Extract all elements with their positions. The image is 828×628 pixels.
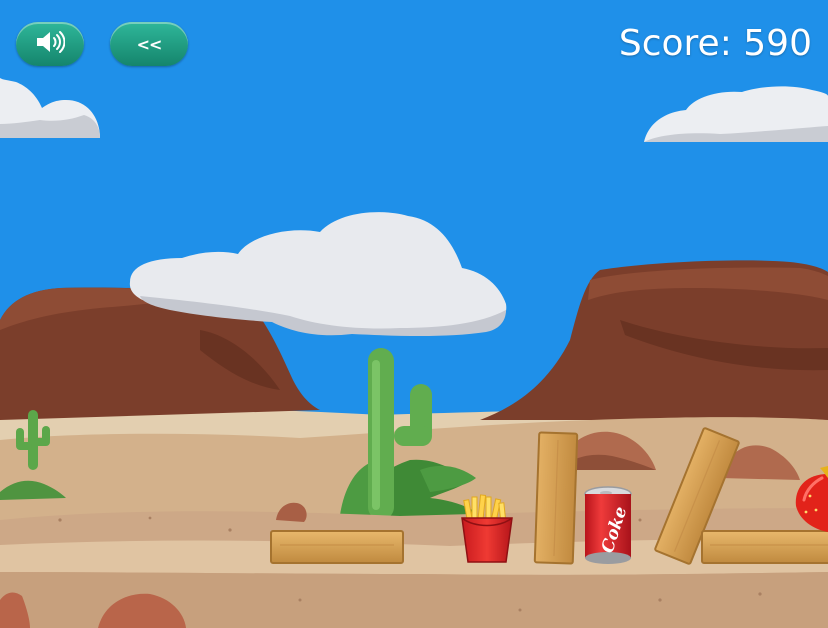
back-button[interactable]: << <box>110 22 188 66</box>
wooden-plank-horizontal-left <box>270 530 404 564</box>
score-display: Score: 590 <box>618 23 812 64</box>
wooden-plank-horizontal-right <box>701 530 828 564</box>
double-chevron-left-icon: << <box>136 34 163 54</box>
fries-item[interactable] <box>461 494 513 563</box>
sound-toggle-button[interactable] <box>16 22 84 66</box>
game-scene: Coke <box>0 0 828 628</box>
wooden-plank-vertical <box>533 431 579 565</box>
game-stage: Coke << Score: 590 <box>0 0 828 628</box>
soda-can[interactable]: Coke <box>584 486 632 564</box>
speaker-icon <box>35 29 66 59</box>
